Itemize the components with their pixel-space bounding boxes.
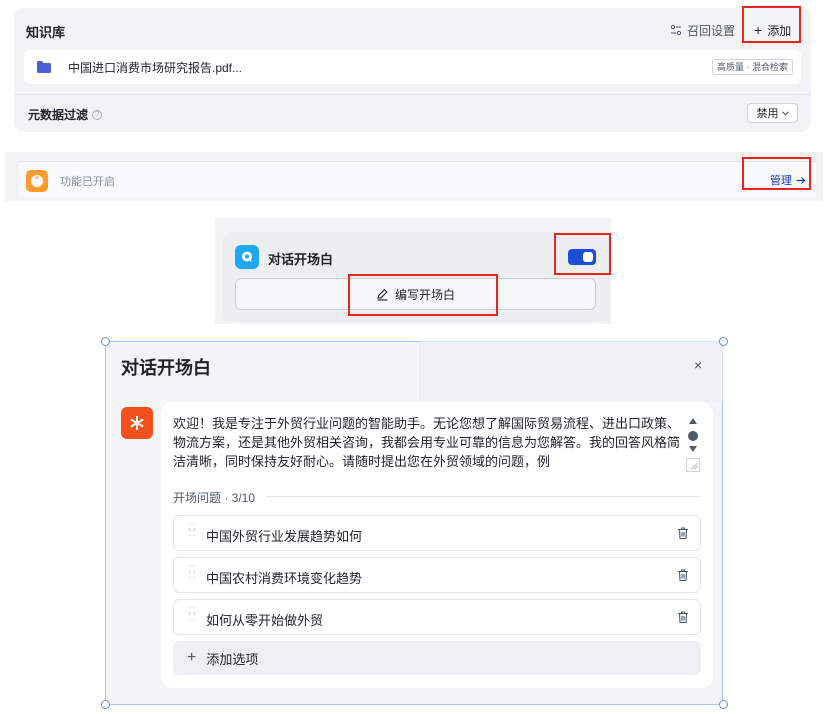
question-text[interactable]: 中国农村消费环境变化趋势 [206,568,362,587]
trash-icon[interactable] [676,610,690,624]
resize-handle[interactable] [719,337,728,346]
textarea-resize-icon[interactable] [686,458,700,472]
knowledge-item-name: 中国进口消费市场研究报告.pdf... [68,61,243,75]
retrieval-mode-badge: 高质量 · 混合检索 [712,59,793,75]
plus-icon: + [187,649,197,666]
add-option-button[interactable]: + 添加选项 [173,641,701,675]
recall-settings-button[interactable]: 召回设置 [670,21,735,39]
opening-message-textarea[interactable]: 欢迎！我是专注于外贸行业问题的智能助手。无论您想了解国际贸易流程、进出口政策、物… [173,414,681,472]
resize-handle[interactable] [101,337,110,346]
add-option-label: 添加选项 [206,651,259,667]
bot-avatar [121,407,153,439]
resize-handle[interactable] [101,700,110,709]
feature-status-label: 功能已开启 [60,176,115,188]
highlight-box-toggle [554,233,611,275]
divider [14,94,811,95]
opener-title: 对话开场白 [268,252,334,267]
question-row[interactable]: ⁚⁚ ⁚⁚ 如何从零开始做外贸 [173,599,701,635]
drag-handle-icon[interactable]: ⁚⁚ ⁚⁚ [188,565,196,582]
questions-header: 开场问题 · 3/10 [173,491,256,505]
quote-icon: “ [26,170,48,192]
question-text[interactable]: 中国外贸行业发展趋势如何 [206,526,362,545]
asterisk-icon [130,416,144,430]
question-text[interactable]: 如何从零开始做外贸 [206,610,323,629]
scrollbar-thumb[interactable] [688,431,698,441]
chat-glyph-icon [242,251,252,263]
metadata-filter-label: 元数据过滤 ? [28,106,103,123]
chat-bubble-icon [235,245,259,269]
knowledge-title: 知识库 [26,25,66,40]
trash-icon[interactable] [676,568,690,582]
drag-handle-icon[interactable]: ⁚⁚ ⁚⁚ [188,607,196,624]
knowledge-panel: 知识库 召回设置 + 添加 中国进口消费市场研究报告.pdf... 高质量 · … [14,8,811,132]
trash-icon[interactable] [676,526,690,540]
resize-handle[interactable] [719,700,728,709]
knowledge-item[interactable]: 中国进口消费市场研究报告.pdf... 高质量 · 混合检索 [24,50,801,84]
scroll-down-arrow-icon[interactable] [689,446,697,452]
settings-sliders-icon [670,24,682,36]
highlight-box-add [742,6,801,43]
question-row[interactable]: ⁚⁚ ⁚⁚ 中国农村消费环境变化趋势 [173,557,701,593]
highlight-box-write [348,274,498,316]
metadata-filter-select[interactable]: 禁用 [747,103,798,123]
drag-handle-icon[interactable]: ⁚⁚ ⁚⁚ [188,523,196,540]
feature-panel [5,152,823,201]
help-icon[interactable]: ? [92,109,103,120]
metadata-filter-text: 元数据过滤 [28,108,89,122]
folder-icon [37,61,51,73]
chevron-down-icon [781,110,789,116]
divider [266,496,700,497]
background-overlay [419,341,723,401]
recall-settings-label: 召回设置 [687,23,736,38]
question-row[interactable]: ⁚⁚ ⁚⁚ 中国外贸行业发展趋势如何 [173,515,701,551]
modal-title: 对话开场白 [121,358,211,378]
scroll-up-arrow-icon[interactable] [689,418,697,424]
metadata-filter-value: 禁用 [756,108,779,120]
highlight-box-manage [742,157,811,190]
feature-row [19,161,816,197]
close-icon[interactable]: × [694,357,702,373]
quote-glyph-icon: “ [31,175,43,187]
